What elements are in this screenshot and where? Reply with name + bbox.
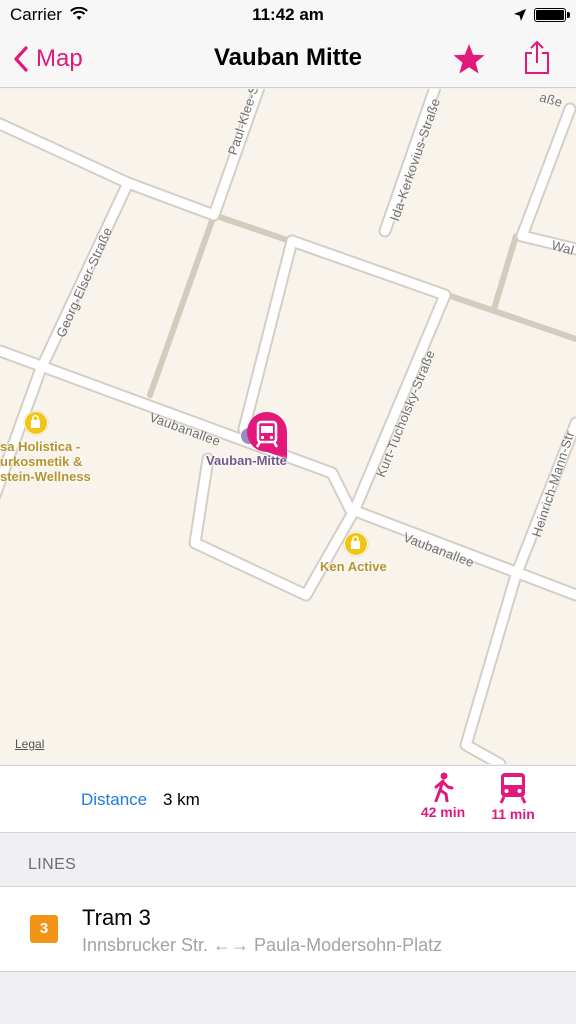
share-button[interactable]	[522, 40, 552, 76]
distance-value: 3 km	[163, 790, 200, 809]
shopping-bag-icon[interactable]	[344, 532, 368, 556]
star-icon	[453, 44, 485, 74]
legal-link[interactable]: Legal	[15, 737, 44, 751]
lines-section-header: LINES	[28, 856, 77, 873]
poi-label-holistica-line2: urkosmetik &	[0, 454, 83, 469]
line-name: Tram 3	[82, 905, 151, 930]
poi-label-ken-active: Ken Active	[320, 559, 387, 574]
tram-icon	[499, 773, 527, 804]
walking-person-icon	[434, 772, 454, 802]
map-view[interactable]: Paul-Klee-S Ida-Kerkovius-Straße Georg-E…	[0, 89, 576, 764]
line-route: Innsbrucker Str. ←→ Paula-Modersohn-Plat…	[82, 935, 443, 955]
walk-time-button[interactable]: 42 min	[408, 772, 478, 820]
location-arrow-icon	[514, 6, 526, 26]
poi-label-holistica-line1: sa Holistica -	[0, 439, 81, 454]
distance-label: Distance	[81, 790, 148, 809]
page-title: Vauban Mitte	[213, 44, 363, 71]
line-number-badge: 3	[30, 915, 58, 943]
distance-row: Distance 3 km 42 min 11 min	[0, 765, 576, 833]
back-button-label: Map	[36, 45, 83, 72]
walk-time: 42 min	[420, 804, 466, 820]
navigation-bar: Map Vauban Mitte	[0, 30, 576, 88]
chevron-left-icon	[14, 46, 28, 72]
tram-time-button[interactable]: 11 min	[478, 772, 548, 822]
battery-icon	[534, 8, 570, 22]
favorite-star-button[interactable]	[452, 42, 486, 76]
poi-label-holistica: sa Holistica - urkosmetik & stein-Wellne…	[0, 439, 91, 484]
status-time: 11:42 am	[252, 5, 324, 24]
share-icon	[525, 40, 549, 74]
shopping-bag-icon[interactable]	[24, 411, 48, 435]
back-button[interactable]: Map	[14, 42, 83, 76]
list-item[interactable]: 3 Tram 3 Innsbrucker Str. ←→ Paula-Moder…	[0, 886, 576, 972]
road-network	[0, 89, 576, 764]
poi-label-holistica-line3: stein-Wellness	[0, 469, 91, 484]
stop-label-vauban-mitte: Vauban-Mitte	[206, 453, 287, 468]
tram-time: 11 min	[491, 806, 535, 822]
status-bar: Carrier 11:42 am	[0, 0, 576, 30]
